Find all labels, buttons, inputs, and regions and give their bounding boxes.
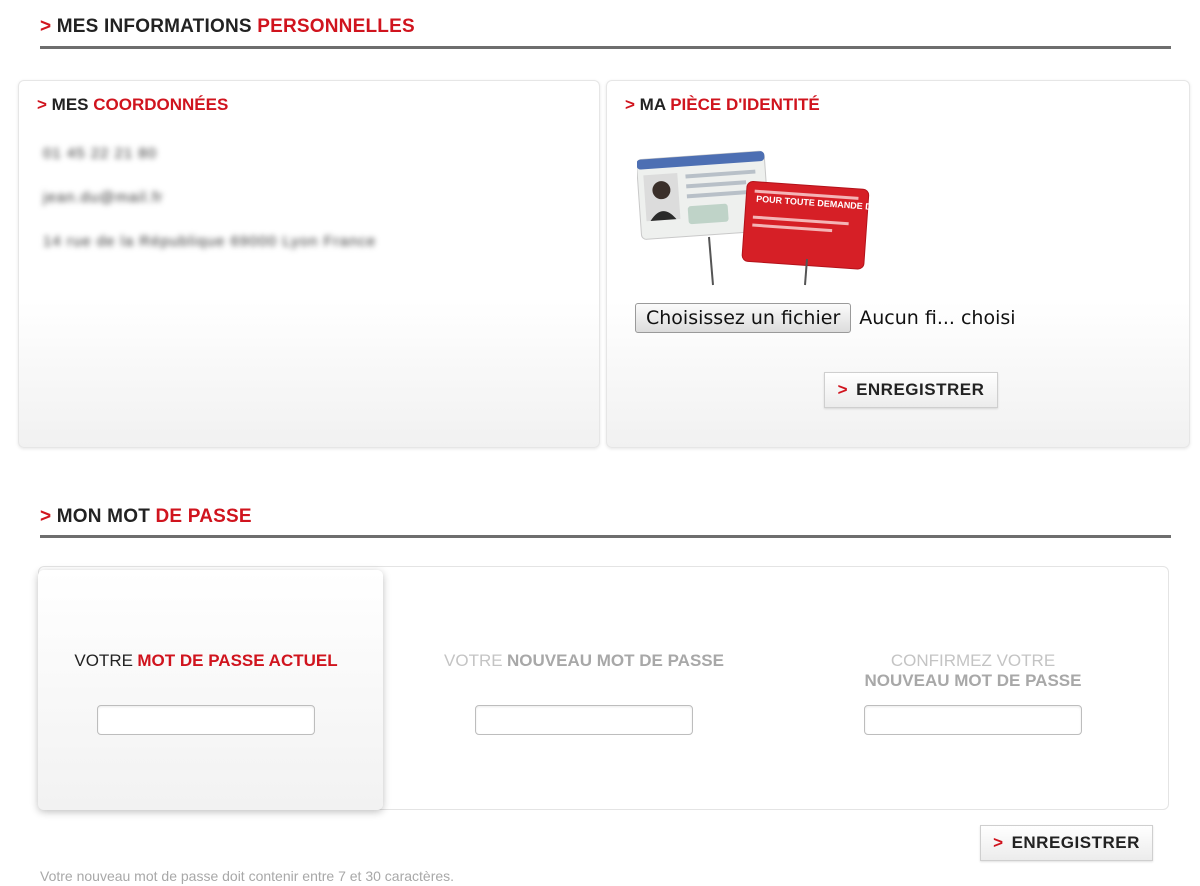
title-part2: PIÈCE D'IDENTITÉ [670, 95, 820, 114]
save-label: ENREGISTRER [1011, 833, 1140, 852]
id-card-illustration: POUR TOUTE DEMANDE DE FINANCEMENT [637, 150, 872, 286]
coordinates-title: > MES COORDONNÉES [37, 95, 228, 115]
label-prefix: CONFIRMEZ VOTRE [890, 651, 1056, 670]
confirm-password-label: CONFIRMEZ VOTRE NOUVEAU MOT DE PASSE [783, 651, 1163, 691]
password-save-button[interactable]: > ENREGISTRER [980, 825, 1153, 861]
label-emph: MOT DE PASSE ACTUEL [137, 651, 338, 670]
identity-box: > MA PIÈCE D'IDENTITÉ POUR TOUTE DEMANDE… [606, 80, 1190, 448]
file-status: Aucun fi... choisi [859, 307, 1016, 329]
new-password-label: VOTRE NOUVEAU MOT DE PASSE [394, 651, 774, 671]
label-emph-text: NOUVEAU MOT DE PASSE [507, 651, 724, 670]
title-part2: DE PASSE [155, 506, 252, 527]
identity-save-button[interactable]: > ENREGISTRER [824, 372, 998, 408]
label-emph-text: NOUVEAU MOT DE PASSE [864, 671, 1082, 690]
arrow-icon: > [40, 16, 52, 37]
arrow-icon: > [37, 95, 47, 114]
title-part2: COORDONNÉES [93, 95, 229, 114]
arrow-icon: > [625, 95, 635, 114]
section-title-password: > MON MOT DE PASSE [40, 506, 252, 528]
file-upload-row: Choisissez un fichier Aucun fi... choisi [635, 303, 1016, 333]
choose-file-button[interactable]: Choisissez un fichier [635, 303, 852, 333]
title-part1: MES [51, 95, 89, 114]
password-active-column [38, 570, 383, 810]
confirm-password-input[interactable] [864, 705, 1082, 735]
title-part1: MA [639, 95, 666, 114]
arrow-icon: > [837, 380, 849, 399]
section-title-personal-info: > MES INFORMATIONS PERSONNELLES [40, 16, 415, 38]
label-emph: NOUVEAU MOT DE PASSE [507, 651, 724, 670]
phone-value: 01 45 22 21 80 [43, 145, 158, 162]
label-prefix: VOTRE [74, 651, 133, 670]
arrow-icon: > [40, 506, 52, 527]
save-label: ENREGISTRER [856, 380, 985, 399]
address-value: 14 rue de la République 69000 Lyon Franc… [43, 233, 377, 250]
email-value: jean.du@mail.fr [43, 189, 164, 206]
title-part1: MON MOT [56, 506, 150, 527]
label-emph: NOUVEAU MOT DE PASSE [865, 671, 1082, 690]
arrow-icon: > [993, 833, 1004, 852]
current-password-label: VOTRE MOT DE PASSE ACTUEL [16, 651, 396, 671]
identity-title: > MA PIÈCE D'IDENTITÉ [625, 95, 820, 115]
label-prefix: VOTRE [444, 651, 503, 670]
section-rule [40, 46, 1171, 49]
current-password-input[interactable] [97, 705, 315, 735]
password-rule-note: Votre nouveau mot de passe doit contenir… [40, 868, 455, 884]
new-password-input[interactable] [475, 705, 693, 735]
section-rule [40, 535, 1171, 538]
title-part1: MES INFORMATIONS [56, 16, 252, 37]
coordinates-box: > MES COORDONNÉES 01 45 22 21 80 jean.du… [18, 80, 600, 448]
title-part2: PERSONNELLES [257, 16, 415, 37]
